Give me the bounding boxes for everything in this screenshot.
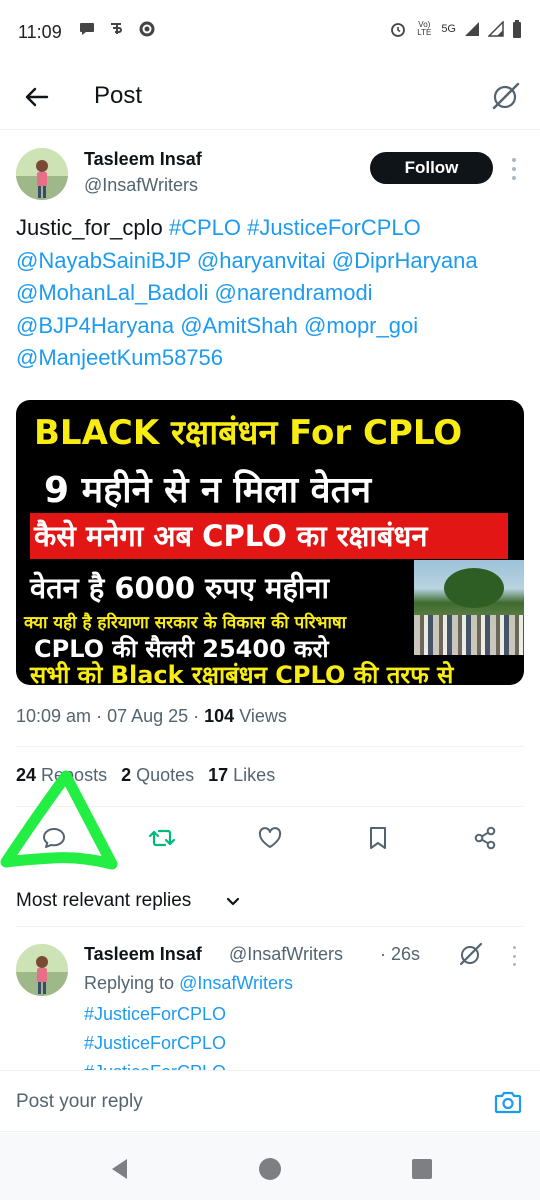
views-label: Views: [234, 706, 287, 726]
status-notification-icons: [78, 20, 156, 38]
battery-icon: [512, 20, 522, 38]
mention-link[interactable]: @NayabSainiBJP: [16, 248, 191, 273]
hashtag-link[interactable]: #JusticeForCPLO: [247, 215, 421, 240]
image-line: क्या यही है हरियाणा सरकार के विकास की पर…: [24, 613, 347, 633]
nav-back-icon[interactable]: [108, 1157, 132, 1181]
like-icon[interactable]: [250, 818, 290, 858]
post-meta: 10:09 am · 07 Aug 25 · 104 Views: [16, 706, 287, 726]
nav-home-icon[interactable]: [258, 1157, 282, 1181]
page-title: Post: [94, 82, 143, 109]
signal-icon-2: [488, 21, 504, 37]
grok-icon[interactable]: [458, 941, 484, 967]
image-line: कैसे मनेगा अब CPLO का रक्षाबंधन: [34, 519, 428, 553]
pe-app-icon: [108, 20, 126, 38]
reply-input[interactable]: [16, 1091, 456, 1113]
image-headline: BLACK रक्षाबंधन For CPLO: [34, 413, 463, 453]
back-arrow-icon[interactable]: [20, 80, 54, 114]
camera-icon[interactable]: [494, 1089, 522, 1115]
hashtag-link[interactable]: #JusticeForCPLO: [84, 1033, 226, 1054]
whatsapp-icon: [138, 20, 156, 38]
annotation-triangle: [0, 770, 118, 870]
post-text: Justic_for_cplo #CPLO #JusticeForCPLO @N…: [16, 212, 531, 375]
replies-sort-label[interactable]: Most relevant replies: [16, 890, 191, 912]
post-time: 10:09 am: [16, 706, 92, 726]
volte-label: Vo) LTE: [417, 20, 432, 37]
author-name[interactable]: Tasleem Insaf: [84, 149, 202, 170]
mention-link[interactable]: @mopr_goi: [304, 313, 418, 338]
follow-button[interactable]: Follow: [370, 152, 493, 184]
divider: [16, 746, 524, 747]
quotes-stat[interactable]: 2 Quotes: [121, 765, 194, 786]
reply-author-name[interactable]: Tasleem Insaf: [84, 944, 202, 965]
mention-link[interactable]: @narendramodi: [214, 280, 372, 305]
mention-link[interactable]: @InsafWriters: [179, 973, 293, 993]
app-header: Post: [0, 64, 540, 130]
status-system-icons: Vo) LTE 5G: [389, 20, 522, 38]
reply-avatar[interactable]: [16, 944, 68, 996]
more-options-icon[interactable]: [510, 158, 518, 180]
author-handle[interactable]: @InsafWriters: [84, 175, 198, 196]
share-icon[interactable]: [465, 818, 505, 858]
replying-to: Replying to @InsafWriters: [84, 973, 294, 993]
post-date: 07 Aug 25: [107, 706, 189, 726]
divider: [16, 926, 524, 927]
image-line: 9 महीने से न मिला वेतन: [44, 470, 372, 511]
mention-link[interactable]: @MohanLal_Badoli: [16, 280, 208, 305]
reply-composer: [0, 1070, 540, 1132]
hashtag-link[interactable]: #JusticeForCPLO: [84, 1004, 226, 1025]
mention-link[interactable]: @ManjeetKum58756: [16, 345, 223, 370]
nav-recents-icon[interactable]: [410, 1157, 434, 1181]
more-options-icon[interactable]: [511, 946, 517, 966]
mention-link[interactable]: @BJP4Haryana: [16, 313, 174, 338]
mention-link[interactable]: @haryanvitai: [197, 248, 326, 273]
status-time: 11:09: [18, 22, 62, 42]
system-nav-bar: [0, 1133, 540, 1200]
author-avatar[interactable]: [16, 148, 68, 200]
reply-time: · 26s: [380, 944, 421, 964]
repost-icon[interactable]: [142, 818, 182, 858]
image-line: वेतन है 6000 रुपए महीना: [30, 571, 329, 605]
mention-link[interactable]: @DiprHaryana: [332, 248, 478, 273]
reply-author-handle[interactable]: @InsafWriters: [229, 944, 343, 965]
mention-link[interactable]: @AmitShah: [180, 313, 298, 338]
chevron-down-icon[interactable]: [224, 893, 242, 911]
likes-stat[interactable]: 17 Likes: [208, 765, 275, 786]
chat-bubble-icon: [78, 20, 96, 38]
grok-icon[interactable]: [490, 80, 522, 112]
image-line: सभी को Black रक्षाबंधन CPLO की तरफ से: [30, 661, 454, 685]
alarm-icon: [389, 20, 407, 38]
views-count: 104: [204, 706, 235, 726]
network-type-label: 5G: [441, 23, 456, 35]
status-bar: 11:09 Vo) LTE 5G: [0, 0, 540, 64]
post-image[interactable]: BLACK रक्षाबंधन For CPLO 9 महीने से न मि…: [16, 400, 524, 685]
hashtag-link[interactable]: #CPLO: [169, 215, 241, 240]
crowd-photo: [414, 560, 524, 655]
signal-icon: [464, 21, 480, 37]
post-lead-text: Justic_for_cplo: [16, 215, 169, 240]
bookmark-icon[interactable]: [358, 818, 398, 858]
